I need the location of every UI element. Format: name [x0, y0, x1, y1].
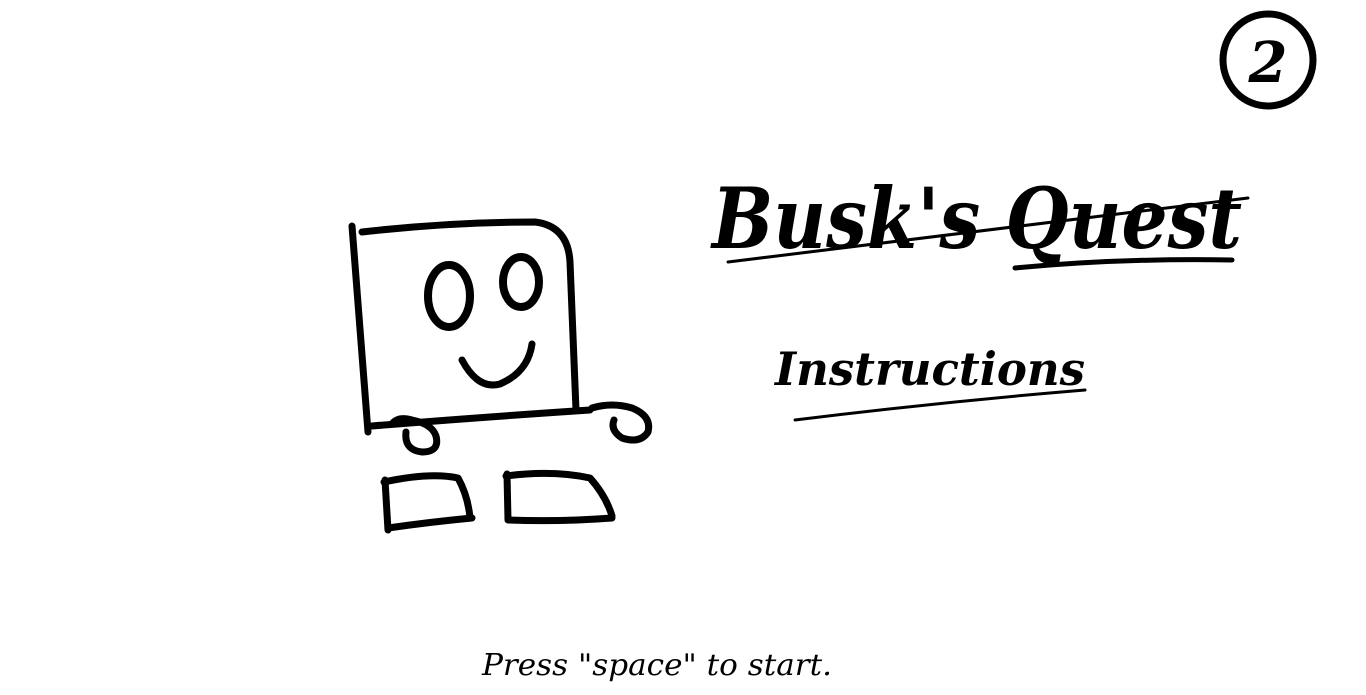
- title-screen: 2 Busk's Quest Instructions Press "space…: [0, 0, 1366, 695]
- start-prompt: Press "space" to start.: [481, 648, 832, 683]
- player-character: [348, 218, 653, 534]
- instructions-label[interactable]: Instructions: [773, 342, 1085, 396]
- level-number: 2: [1248, 30, 1288, 96]
- character-body: [348, 218, 594, 436]
- character-right-eye: [499, 253, 543, 311]
- character-left-eye: [424, 261, 474, 331]
- character-left-foot: [380, 472, 476, 534]
- character-smile: [458, 340, 536, 389]
- instructions-option[interactable]: Instructions: [773, 342, 1087, 422]
- start-prompt-text: Press "space" to start.: [481, 648, 832, 683]
- level-badge: 2: [1219, 10, 1317, 110]
- character-right-foot: [502, 469, 616, 525]
- game-title: Busk's Quest: [710, 169, 1250, 271]
- title-screen-canvas: 2 Busk's Quest Instructions Press "space…: [348, 10, 1317, 683]
- character-right-hand: [588, 401, 653, 444]
